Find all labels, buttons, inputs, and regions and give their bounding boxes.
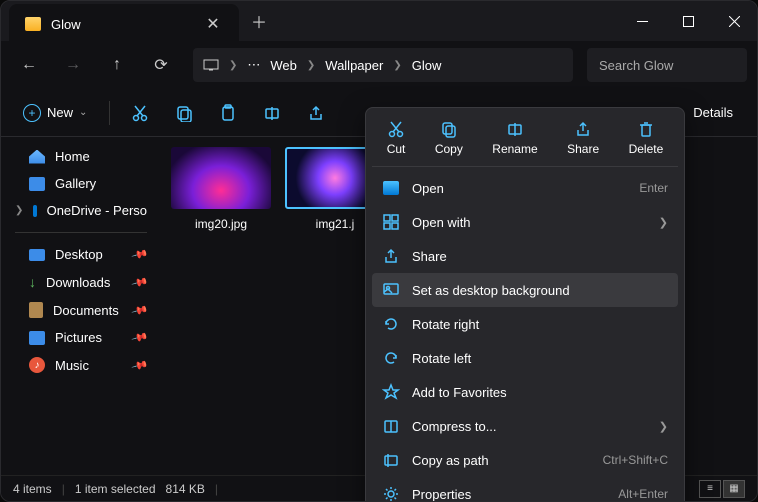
ctx-delete[interactable]: Delete [629,120,664,156]
refresh-button[interactable]: ⟳ [143,47,179,83]
share-button[interactable] [296,95,336,131]
desktop-icon [29,249,45,261]
file-name: img20.jpg [171,217,271,231]
chevron-right-icon: ❯ [229,60,237,71]
pin-icon: 📌 [131,245,149,263]
document-icon [29,302,43,318]
sidebar-item-gallery[interactable]: Gallery [5,170,157,197]
ctx-copy[interactable]: Copy [435,120,463,156]
breadcrumb-item[interactable]: Wallpaper [325,58,383,73]
chevron-right-icon: ❯ [659,420,668,433]
sidebar: Home Gallery ❯OneDrive - Perso Desktop📌 … [1,137,161,465]
ctx-cut[interactable]: Cut [387,120,406,156]
sidebar-item-desktop[interactable]: Desktop📌 [5,241,157,268]
monitor-icon [203,59,219,71]
sidebar-item-downloads[interactable]: ↓Downloads📌 [5,268,157,296]
chevron-right-icon: ❯ [307,60,315,71]
gallery-icon [29,177,45,191]
pictures-icon [29,331,45,345]
ctx-copy-path[interactable]: Copy as pathCtrl+Shift+C [372,443,678,477]
copy-button[interactable] [164,95,204,131]
ctx-favorites[interactable]: Add to Favorites [372,375,678,409]
folder-icon [25,17,41,31]
minimize-button[interactable] [619,1,665,41]
tab-title: Glow [51,17,193,32]
plus-icon: + [23,104,41,122]
sidebar-item-documents[interactable]: Documents📌 [5,296,157,324]
chevron-right-icon: ❯ [659,216,668,229]
breadcrumb-item[interactable]: Web [270,58,297,73]
selected-count: 1 item selected [75,482,156,496]
ctx-share[interactable]: Share [567,120,599,156]
navbar: ← → ↑ ⟳ ❯ ⋯ Web ❯ Wallpaper ❯ Glow Searc… [1,41,757,89]
cut-button[interactable] [120,95,160,131]
item-count: 4 items [13,482,52,496]
ctx-rename[interactable]: Rename [492,120,537,156]
details-view-button[interactable]: ≡ [699,480,721,498]
ctx-properties[interactable]: PropertiesAlt+Enter [372,477,678,502]
ctx-open-with[interactable]: Open with❯ [372,205,678,239]
icons-view-button[interactable]: ▦ [723,480,745,498]
ctx-open[interactable]: OpenEnter [372,171,678,205]
pin-icon: 📌 [131,328,149,346]
ctx-rotate-right[interactable]: Rotate right [372,307,678,341]
rename-button[interactable] [252,95,292,131]
selection-size: 814 KB [166,482,205,496]
new-label: New [47,105,73,120]
tab[interactable]: Glow ✕ [9,4,239,44]
breadcrumb-item[interactable]: Glow [412,58,442,73]
context-menu: Cut Copy Rename Share Delete OpenEnter O… [365,107,685,502]
home-icon [29,150,45,164]
overflow-icon[interactable]: ⋯ [247,57,260,73]
file-item[interactable]: img20.jpg [171,147,271,231]
ctx-share2[interactable]: Share [372,239,678,273]
new-button[interactable]: + New ⌄ [11,98,99,128]
chevron-right-icon: ❯ [393,60,401,71]
download-icon: ↓ [29,274,36,290]
ctx-compress[interactable]: Compress to...❯ [372,409,678,443]
maximize-button[interactable] [665,1,711,41]
back-button[interactable]: ← [11,47,47,83]
sidebar-item-music[interactable]: ♪Music📌 [5,351,157,379]
up-button[interactable]: ↑ [99,47,135,83]
ctx-rotate-left[interactable]: Rotate left [372,341,678,375]
thumbnail [171,147,271,209]
pin-icon: 📌 [131,356,149,374]
chevron-right-icon: ❯ [15,205,23,216]
window-close-button[interactable] [711,1,757,41]
search-input[interactable]: Search Glow [587,48,747,82]
new-tab-button[interactable]: ＋ [239,9,279,33]
details-button[interactable]: Details [679,105,747,120]
titlebar: Glow ✕ ＋ [1,1,757,41]
paste-button[interactable] [208,95,248,131]
sidebar-item-home[interactable]: Home [5,143,157,170]
cloud-icon [33,205,36,217]
sidebar-item-onedrive[interactable]: ❯OneDrive - Perso [5,197,157,224]
pin-icon: 📌 [131,273,149,291]
sidebar-item-pictures[interactable]: Pictures📌 [5,324,157,351]
breadcrumb[interactable]: ❯ ⋯ Web ❯ Wallpaper ❯ Glow [193,48,573,82]
music-icon: ♪ [29,357,45,373]
open-icon [383,181,399,195]
pin-icon: 📌 [131,301,149,319]
chevron-down-icon: ⌄ [79,107,87,118]
close-icon[interactable]: ✕ [203,14,223,34]
ctx-set-background[interactable]: Set as desktop background [372,273,678,307]
forward-button[interactable]: → [55,47,91,83]
